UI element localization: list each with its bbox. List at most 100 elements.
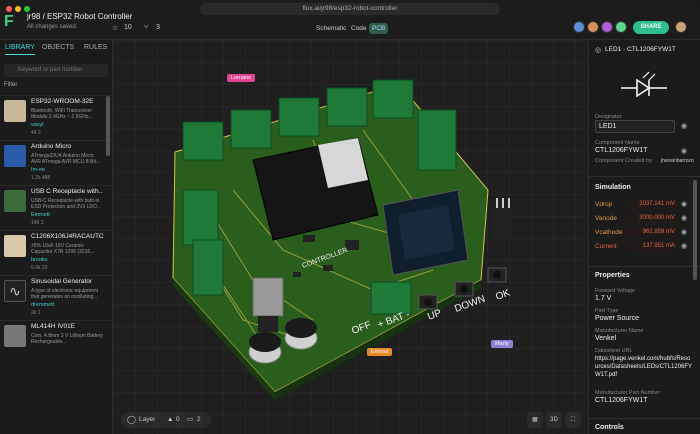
part-author[interactable]: brooks xyxy=(31,257,48,263)
property-value: Venkel xyxy=(595,335,617,342)
property-label: Forward Voltage xyxy=(595,288,636,294)
collaborator-cursor-label: Marty xyxy=(491,340,513,348)
part-title: Sinusoidal Generator xyxy=(31,278,93,285)
part-thumbnail xyxy=(4,325,26,347)
tab-objects[interactable]: OBJECTS xyxy=(42,44,74,51)
list-item[interactable]: ∿ Sinusoidal Generator A type of electro… xyxy=(0,278,106,318)
part-author[interactable]: dremmett xyxy=(31,302,54,308)
pcb-canvas[interactable]: OFF + BAT - UP DOWN OK CONTROLLER Lorrai… xyxy=(113,40,588,434)
eye-icon[interactable]: ◉ xyxy=(681,122,687,130)
comment-count: 2 xyxy=(197,416,201,423)
part-description: ±5% 10uF 16V Ceramic Capacitor X7R 1206 … xyxy=(31,243,95,255)
divider xyxy=(0,95,113,96)
eye-icon[interactable]: ◉ xyxy=(681,228,687,236)
list-item[interactable]: USB C Receptacle with... USB-C Receptacl… xyxy=(0,188,106,228)
app-window: flux.ai/jr98/esp32-robot-controller F jr… xyxy=(0,0,700,434)
property-label: Manufacturer Name xyxy=(595,328,644,334)
part-stats: 2k 1 xyxy=(31,310,41,316)
scrollbar[interactable] xyxy=(106,96,110,156)
list-item[interactable]: C1206X106J4RACAUTO ±5% 10uF 16V Ceramic … xyxy=(0,233,106,273)
part-title: USB C Receptacle with... xyxy=(31,188,103,195)
tab-schematic[interactable]: Schematic xyxy=(313,23,349,34)
part-thumbnail xyxy=(4,100,26,122)
flux-logo-icon[interactable]: F xyxy=(4,14,14,30)
created-by-user[interactable]: jharwinbarrozo xyxy=(661,158,694,164)
simulation-heading: Simulation xyxy=(595,184,631,191)
controls-heading[interactable]: Controls xyxy=(595,424,624,431)
list-item[interactable]: ESP32-WROOM-32E Bluetooth, WiFi Transcei… xyxy=(0,98,106,138)
collaborator-cursor-label: Lorraine xyxy=(227,74,256,82)
eye-icon[interactable]: ◉ xyxy=(681,200,687,208)
designator-input[interactable]: LED1 xyxy=(595,120,675,133)
search-input[interactable]: Keyword or part number xyxy=(4,64,108,77)
tab-rules[interactable]: RULES xyxy=(84,44,107,51)
library-panel: LIBRARY OBJECTS RULES ⌕ Keyword or part … xyxy=(0,40,113,434)
led-icon: ◎ xyxy=(595,47,602,54)
sine-wave-icon: ∿ xyxy=(4,280,26,302)
part-author[interactable]: Im-ee xyxy=(31,167,45,173)
avatar[interactable] xyxy=(573,21,585,33)
minimize-window-button[interactable] xyxy=(15,6,21,12)
avatar[interactable] xyxy=(587,21,599,33)
fork-icon[interactable]: ⑂ xyxy=(144,24,148,31)
star-icon[interactable]: ☆ xyxy=(112,24,118,32)
divider xyxy=(589,418,700,419)
part-author[interactable]: vasyl xyxy=(31,122,44,128)
layer-toggle-icon[interactable]: ◯ xyxy=(127,412,136,428)
component-name-label: Component Name xyxy=(595,140,640,146)
grid-view-button[interactable]: ▦ xyxy=(527,412,543,428)
display-module[interactable] xyxy=(382,189,469,276)
user-avatar[interactable] xyxy=(675,21,687,33)
part-title: ESP32-WROOM-32E xyxy=(31,98,94,105)
share-button[interactable]: SHARE xyxy=(633,21,669,34)
warning-icon[interactable]: ▲ xyxy=(167,412,173,428)
property-value: CTL1206FYW1T xyxy=(595,397,648,404)
inspector-panel: ◎ LED1 · CTL1206FYW1T Designator LED1 ◉ … xyxy=(588,40,700,434)
voltage-regulator[interactable] xyxy=(252,277,284,317)
fullscreen-button[interactable]: ⛶ xyxy=(565,412,581,428)
scrollbar[interactable] xyxy=(693,180,697,280)
list-item[interactable]: ML414H IV01E Coin, 4.8mm 3 V Lithium Bat… xyxy=(0,323,106,353)
eye-icon[interactable]: ◉ xyxy=(681,147,687,155)
component-name-value: CTL1206FYW1T xyxy=(595,147,648,154)
avatar[interactable] xyxy=(615,21,627,33)
tab-code[interactable]: Code xyxy=(348,23,370,34)
save-status: All changes saved. xyxy=(27,24,78,30)
comment-icon[interactable]: ▭ xyxy=(187,412,193,428)
property-value: Power Source xyxy=(595,315,639,322)
inspector-title: LED1 · CTL1206FYW1T xyxy=(605,46,676,53)
part-author[interactable]: Emmett xyxy=(31,212,50,218)
layer-toolbar: ◯ Layer ▲ 0 ▭ 2 xyxy=(121,412,211,428)
part-title: Arduino Micro xyxy=(31,143,72,150)
project-title[interactable]: jr98 / ESP32 Robot Controller xyxy=(27,12,132,21)
part-description: USB-C Receptacle with built-in ESD Prote… xyxy=(31,198,102,210)
part-title: C1206X106J4RACAUTO xyxy=(31,233,103,240)
fork-count: 3 xyxy=(156,24,160,31)
part-stats: 149 3 xyxy=(31,220,44,226)
tab-pcb[interactable]: PCB xyxy=(369,23,389,34)
part-thumbnail xyxy=(4,190,26,212)
filter-label[interactable]: Filter xyxy=(4,82,17,88)
warning-count: 0 xyxy=(176,416,180,423)
3d-view-button[interactable]: 3D xyxy=(546,412,562,428)
close-window-button[interactable] xyxy=(6,6,12,12)
datasheet-link[interactable]: https://page.venkel.com/hubfs/Resources/… xyxy=(595,355,693,379)
divider xyxy=(589,266,700,267)
sim-value-vanode: 3000.000 mV xyxy=(627,214,677,223)
part-description: ATmega32U4 Arduino Micro AVR ATmega AVR … xyxy=(31,153,101,165)
part-description: Coin, 4.8mm 3 V Lithium Battery Recharge… xyxy=(31,333,103,345)
tab-library[interactable]: LIBRARY xyxy=(5,44,35,55)
list-item[interactable]: Arduino Micro ATmega32U4 Arduino Micro A… xyxy=(0,143,106,183)
url-bar[interactable]: flux.ai/jr98/esp32-robot-controller xyxy=(200,3,500,15)
eye-icon[interactable]: ◉ xyxy=(681,242,687,250)
star-count: 10 xyxy=(124,24,132,31)
properties-heading: Properties xyxy=(595,272,630,279)
layer-label[interactable]: Layer xyxy=(139,412,155,428)
sim-name-vdrop: Vdrop xyxy=(595,201,613,208)
pcb-3d-view[interactable]: OFF + BAT - UP DOWN OK CONTROLLER xyxy=(113,40,588,434)
divider xyxy=(0,320,113,321)
eye-icon[interactable]: ◉ xyxy=(681,214,687,222)
sim-value-current: 137.951 mA xyxy=(627,242,677,251)
avatar[interactable] xyxy=(601,21,613,33)
property-label: Part Type xyxy=(595,308,619,314)
